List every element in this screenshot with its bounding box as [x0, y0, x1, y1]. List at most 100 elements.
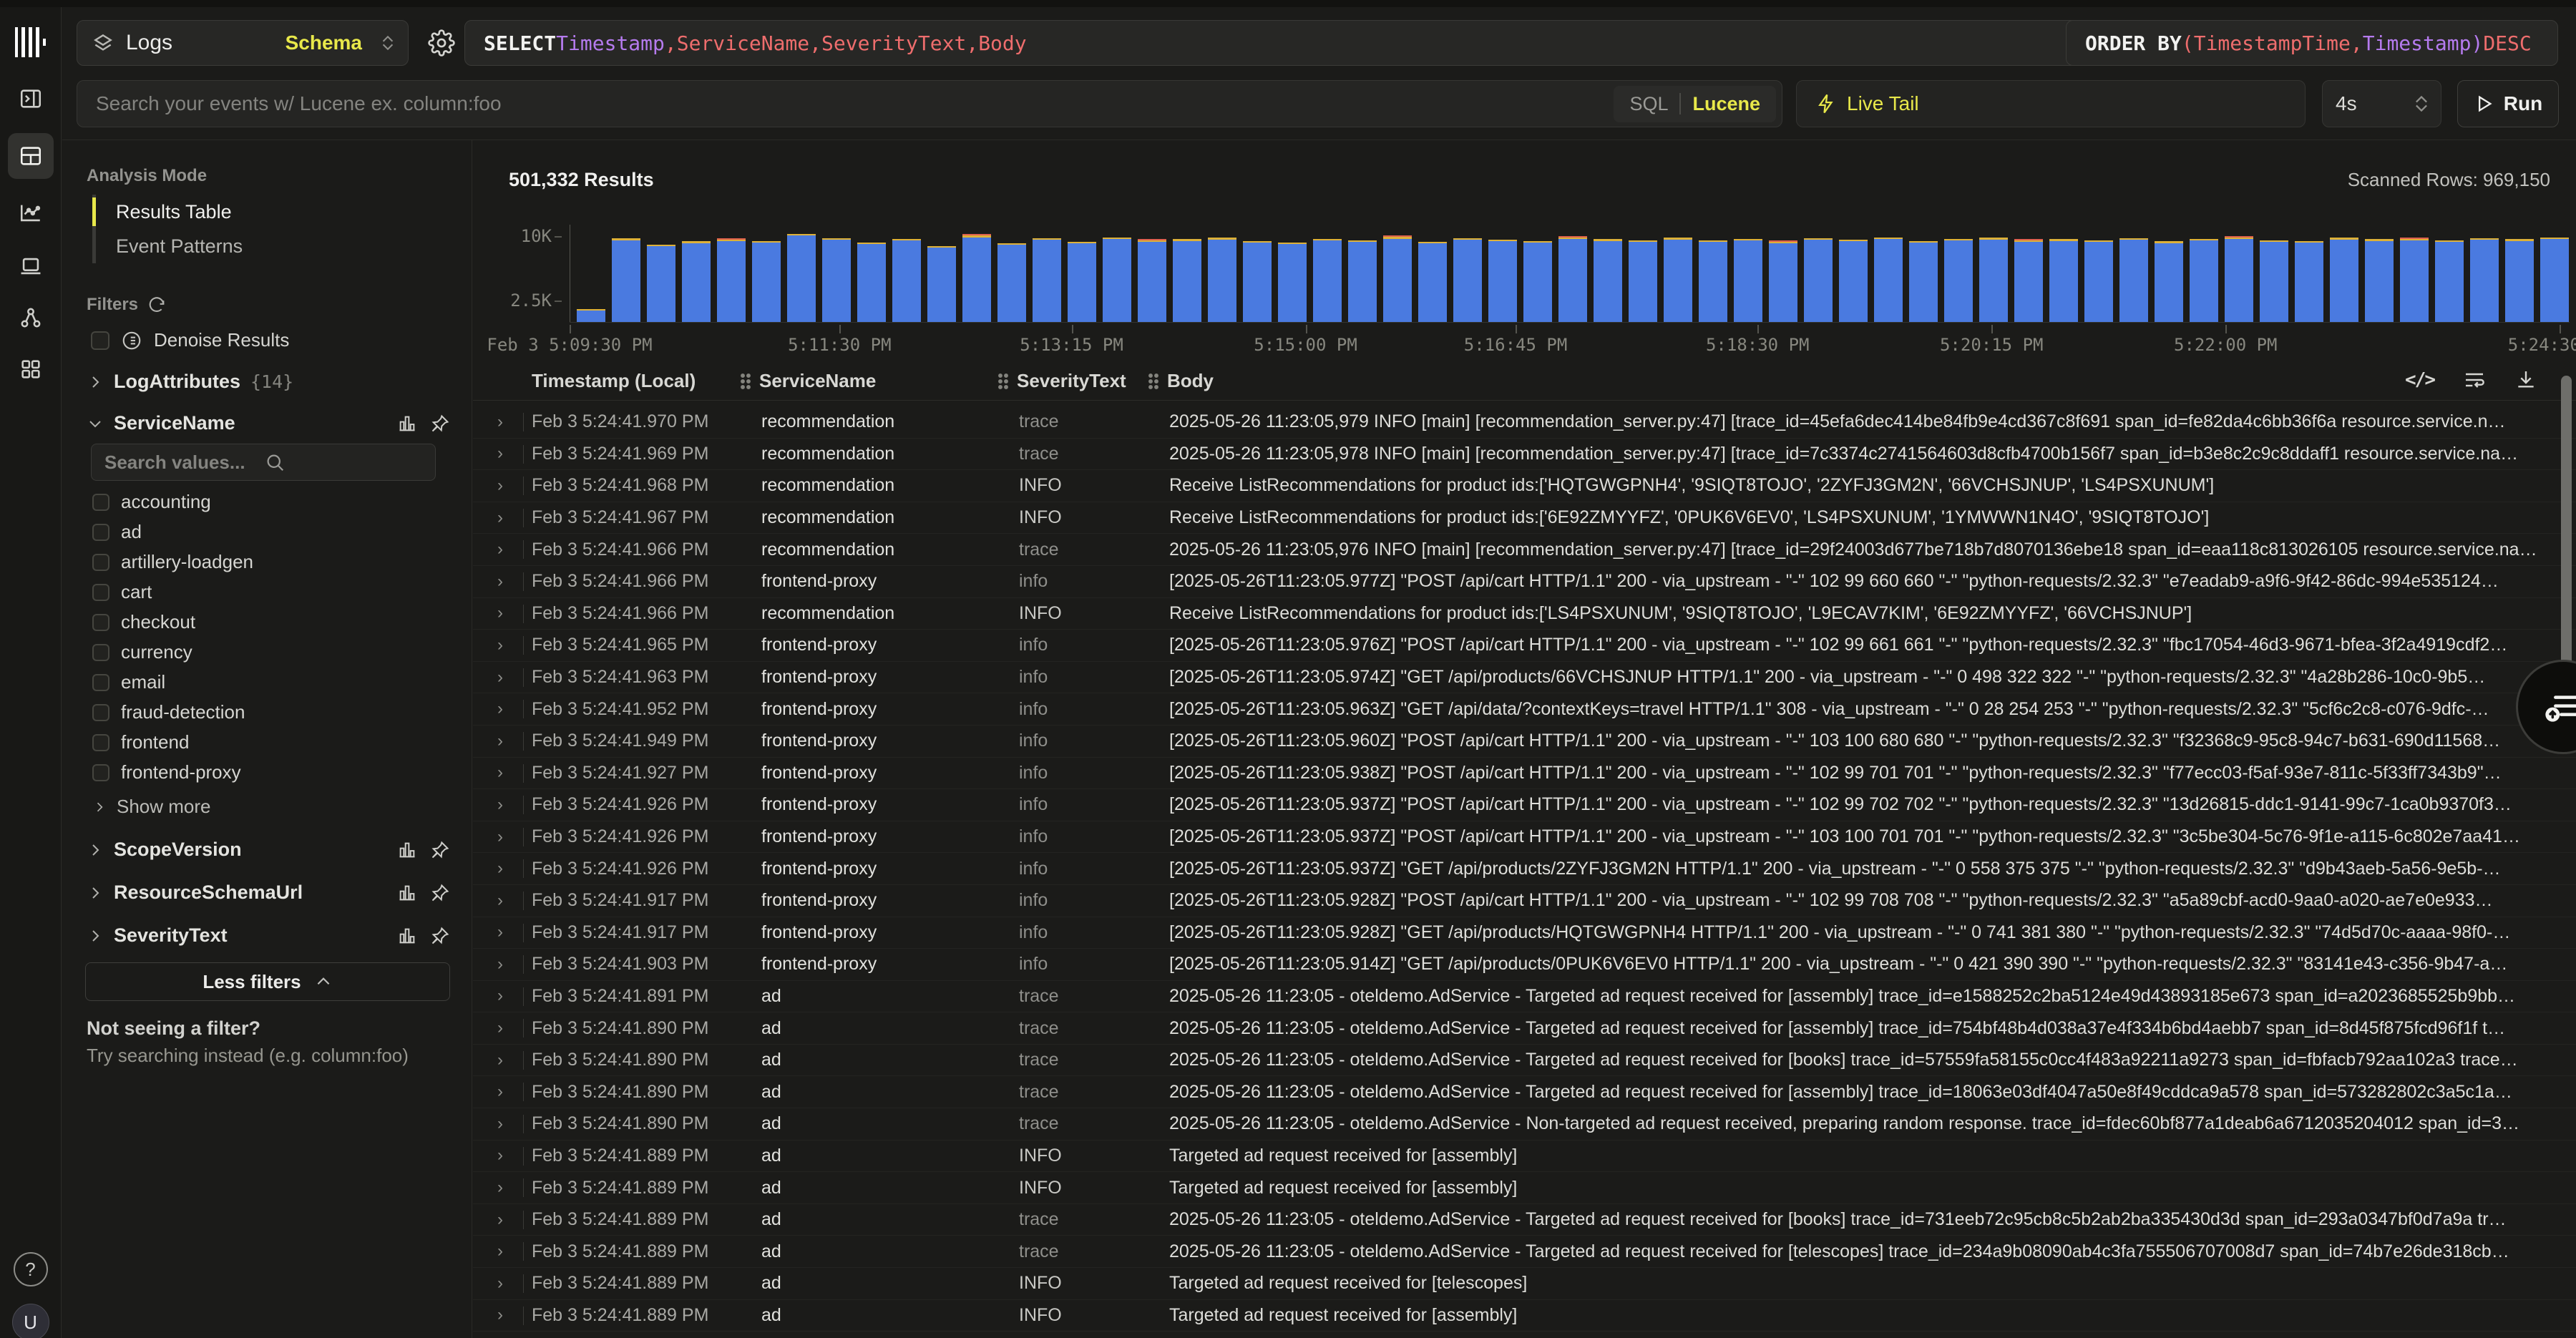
checkbox[interactable]: [92, 644, 109, 661]
histogram-bar[interactable]: [1734, 239, 1762, 322]
denoise-checkbox[interactable]: [91, 331, 109, 350]
histogram-bar[interactable]: [1453, 238, 1482, 322]
field-group-servicename[interactable]: ServiceName: [87, 412, 450, 434]
checkbox[interactable]: [92, 704, 109, 721]
table-row[interactable]: ›Feb 3 5:24:41.968 PMrecommendationINFOR…: [473, 470, 2576, 502]
chevron-updown-icon[interactable]: [2415, 96, 2428, 112]
histogram-bar[interactable]: [1418, 242, 1447, 322]
table-row[interactable]: ›Feb 3 5:24:41.965 PMfrontend-proxyinfo[…: [473, 630, 2576, 662]
histogram-bar[interactable]: [752, 241, 781, 322]
pin-icon[interactable]: [430, 926, 450, 946]
histogram-bar[interactable]: [1699, 240, 1727, 322]
histogram-bar[interactable]: [577, 309, 605, 322]
table-row[interactable]: ›Feb 3 5:24:41.969 PMrecommendationtrace…: [473, 439, 2576, 471]
lucene-option[interactable]: Lucene: [1692, 93, 1760, 115]
histogram-bar[interactable]: [997, 243, 1026, 322]
denoise-results-option[interactable]: Denoise Results: [91, 329, 289, 351]
column-header-severitytext[interactable]: SeverityText: [997, 370, 1126, 392]
drag-handle-icon[interactable]: [1148, 373, 1158, 390]
orderby-clause-input[interactable]: ORDER BY (TimestampTime, Timestamp) DESC: [2066, 20, 2558, 66]
help-button[interactable]: ?: [14, 1252, 48, 1286]
table-row[interactable]: ›Feb 3 5:24:41.952 PMfrontend-proxyinfo[…: [473, 693, 2576, 726]
histogram-bar[interactable]: [2505, 239, 2534, 322]
field-group-logattributes[interactable]: LogAttributes {14}: [87, 371, 450, 393]
expand-row-icon[interactable]: ›: [497, 1274, 503, 1294]
checkbox[interactable]: [92, 614, 109, 631]
table-row[interactable]: ›Feb 3 5:24:41.890 PMadtrace2025-05-26 1…: [473, 1076, 2576, 1108]
expand-row-icon[interactable]: ›: [497, 1050, 503, 1070]
histogram-bar[interactable]: [2260, 240, 2288, 322]
expand-row-icon[interactable]: ›: [497, 668, 503, 688]
field-group-scopeversion[interactable]: ScopeVersion: [87, 839, 450, 861]
expand-row-icon[interactable]: ›: [497, 1146, 503, 1166]
source-selector[interactable]: Logs Schema: [77, 20, 409, 66]
pin-icon[interactable]: [430, 883, 450, 903]
service-filter-checkout[interactable]: checkout: [92, 611, 195, 633]
expand-row-icon[interactable]: ›: [497, 476, 503, 496]
sidebar-item-dashboards[interactable]: [8, 346, 54, 392]
query-language-toggle[interactable]: SQL Lucene: [1614, 86, 1776, 122]
checkbox[interactable]: [92, 584, 109, 601]
download-icon[interactable]: [2514, 368, 2537, 391]
histogram-bar[interactable]: [1558, 236, 1587, 322]
wrap-lines-icon[interactable]: [2463, 368, 2486, 391]
checkbox[interactable]: [92, 554, 109, 571]
checkbox[interactable]: [92, 674, 109, 691]
histogram-bar[interactable]: [2435, 240, 2464, 322]
table-row[interactable]: ›Feb 3 5:24:41.926 PMfrontend-proxyinfo[…: [473, 789, 2576, 821]
sidebar-item-hosts[interactable]: [8, 243, 54, 289]
results-histogram[interactable]: [570, 228, 2570, 322]
bar-chart-icon[interactable]: [397, 414, 417, 434]
refresh-icon[interactable]: [147, 295, 167, 315]
service-filter-artillery-loadgen[interactable]: artillery-loadgen: [92, 551, 253, 573]
expand-row-icon[interactable]: ›: [497, 922, 503, 942]
service-filter-email[interactable]: email: [92, 671, 165, 693]
table-row[interactable]: ›Feb 3 5:24:41.966 PMrecommendationINFOR…: [473, 598, 2576, 630]
service-filter-frontend-proxy[interactable]: frontend-proxy: [92, 761, 241, 783]
sidebar-item-sql-console[interactable]: [8, 76, 54, 122]
histogram-bar[interactable]: [2084, 240, 2113, 322]
expand-row-icon[interactable]: ›: [497, 731, 503, 751]
service-filter-frontend[interactable]: frontend: [92, 731, 189, 753]
live-tail-button[interactable]: Live Tail: [1796, 80, 2306, 127]
analysis-mode-event-patterns[interactable]: Event Patterns: [96, 229, 243, 263]
table-row[interactable]: ›Feb 3 5:24:41.949 PMfrontend-proxyinfo[…: [473, 726, 2576, 758]
table-row[interactable]: ›Feb 3 5:24:41.917 PMfrontend-proxyinfo[…: [473, 917, 2576, 949]
analysis-mode-results-table[interactable]: Results Table: [96, 195, 243, 229]
expand-row-icon[interactable]: ›: [497, 699, 503, 719]
histogram-bar[interactable]: [857, 243, 886, 322]
histogram-bar[interactable]: [2330, 238, 2358, 322]
select-clause-input[interactable]: SELECT Timestamp, ServiceName, SeverityT…: [464, 20, 2107, 66]
service-filter-ad[interactable]: ad: [92, 521, 142, 543]
table-row[interactable]: ›Feb 3 5:24:41.926 PMfrontend-proxyinfo[…: [473, 821, 2576, 854]
histogram-bar[interactable]: [2155, 241, 2183, 322]
histogram-bar[interactable]: [962, 234, 991, 322]
expand-row-icon[interactable]: ›: [497, 539, 503, 560]
service-filter-currency[interactable]: currency: [92, 641, 192, 663]
table-row[interactable]: ›Feb 3 5:24:41.966 PMfrontend-proxyinfo[…: [473, 566, 2576, 598]
expand-row-icon[interactable]: ›: [497, 635, 503, 655]
histogram-bar[interactable]: [2190, 239, 2218, 322]
histogram-bar[interactable]: [682, 241, 711, 322]
expand-row-icon[interactable]: ›: [497, 986, 503, 1006]
histogram-bar[interactable]: [787, 234, 816, 322]
table-row[interactable]: ›Feb 3 5:24:41.889 PMadtrace2025-05-26 1…: [473, 1204, 2576, 1236]
histogram-bar[interactable]: [1909, 241, 1938, 322]
expand-row-icon[interactable]: ›: [497, 1210, 503, 1230]
histogram-bar[interactable]: [2470, 238, 2499, 322]
column-header-timestamp[interactable]: Timestamp (Local): [532, 370, 696, 392]
histogram-bar[interactable]: [647, 245, 675, 322]
expand-row-icon[interactable]: ›: [497, 1082, 503, 1102]
histogram-bar[interactable]: [1629, 240, 1657, 322]
table-row[interactable]: ›Feb 3 5:24:41.890 PMadtrace2025-05-26 1…: [473, 1012, 2576, 1045]
table-row[interactable]: ›Feb 3 5:24:41.889 PMadINFOTargeted ad r…: [473, 1172, 2576, 1204]
histogram-bar[interactable]: [717, 238, 746, 322]
table-row[interactable]: ›Feb 3 5:24:41.889 PMadINFOTargeted ad r…: [473, 1268, 2576, 1300]
checkbox[interactable]: [92, 764, 109, 781]
run-button[interactable]: Run: [2457, 80, 2559, 127]
column-header-servicename[interactable]: ServiceName: [740, 370, 876, 392]
checkbox[interactable]: [92, 734, 109, 751]
pin-icon[interactable]: [430, 840, 450, 860]
histogram-bar[interactable]: [822, 238, 851, 322]
table-row[interactable]: ›Feb 3 5:24:41.889 PMadINFOTargeted ad r…: [473, 1141, 2576, 1173]
